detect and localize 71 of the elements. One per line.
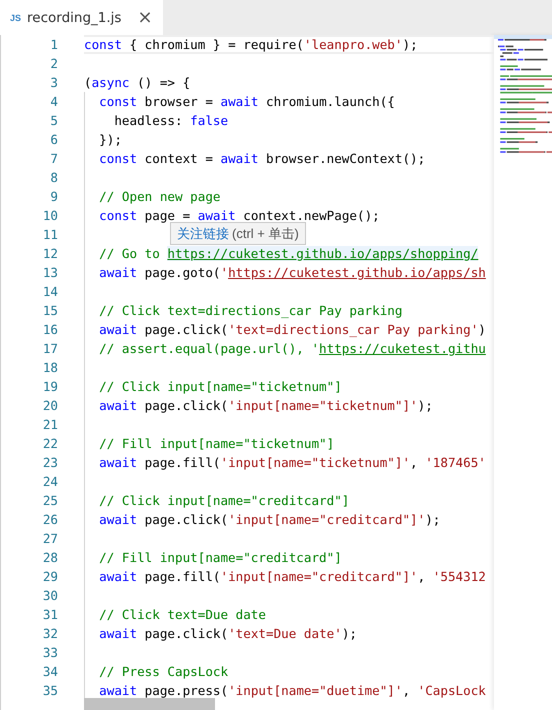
line-number: 17 [42, 340, 58, 358]
line-number: 27 [42, 530, 58, 548]
line-number: 11 [42, 226, 58, 244]
line-number: 25 [42, 492, 58, 510]
tab-title: recording_1.js [27, 10, 122, 26]
line-number: 32 [42, 625, 58, 643]
line-number: 24 [42, 473, 58, 491]
line-number: 7 [49, 150, 58, 168]
code-line: await page.fill('input[name="ticketnum"]', '187465' [98, 455, 486, 470]
horizontal-scrollbar-thumb[interactable] [84, 698, 215, 710]
line-number: 22 [42, 435, 58, 453]
tooltip-hint: (ctrl + 单击) [232, 224, 299, 242]
line-number: 10 [42, 207, 58, 225]
code-line: // Fill input[name="creditcard"] [98, 550, 342, 565]
line-number: 13 [42, 264, 58, 282]
minimap[interactable] [494, 35, 552, 710]
code-line: headless: false [113, 113, 228, 128]
code-line: await page.fill('input[name="creditcard"]', '554312 [98, 569, 486, 584]
line-number: 34 [42, 663, 58, 681]
tooltip-link-label: 关注链接 [177, 224, 229, 242]
code-line: }); [98, 132, 122, 147]
line-number: 1 [49, 36, 58, 54]
line-number: 12 [42, 245, 58, 263]
line-number: 3 [49, 74, 58, 92]
line-number: 19 [42, 378, 58, 396]
line-number: 5 [49, 112, 58, 130]
code-line: const browser = await chromium.launch({ [98, 94, 395, 109]
line-number: 14 [42, 283, 58, 301]
code-line: await page.goto('https://cuketest.github.io/apps/sh [98, 265, 486, 280]
line-number: 4 [49, 93, 58, 111]
line-number: 20 [42, 397, 58, 415]
line-number: 33 [42, 644, 58, 662]
code-line: // assert.equal(page.url(), 'https://cuketest.githu [98, 341, 486, 356]
line-number: 35 [42, 682, 58, 700]
line-number: 31 [42, 606, 58, 624]
editor-tab[interactable]: JS recording_1.js × [0, 0, 163, 35]
code-line: // Press CapsLock [98, 664, 228, 679]
code-link[interactable]: https://cuketest.githu [319, 341, 486, 356]
code-line: await page.click('input[name="ticketnum"]'); [98, 398, 433, 413]
code-line: await page.click('input[name="creditcard"]'); [98, 512, 440, 527]
line-number: 2 [49, 55, 58, 73]
code-line: await page.click('text=directions_car Pay parking') [98, 322, 486, 337]
close-icon[interactable]: × [137, 8, 153, 26]
code-line: // Click text=directions_car Pay parking [98, 303, 402, 318]
line-number: 29 [42, 568, 58, 586]
line-number: 15 [42, 302, 58, 320]
code-line: // Click input[name="ticketnum"] [98, 379, 342, 394]
line-number: 8 [49, 169, 58, 187]
javascript-file-icon: JS [10, 12, 22, 22]
code-line: const context = await browser.newContext(); [98, 151, 426, 166]
code-line: await page.press('input[name="duetime"]', 'CapsLock [98, 683, 486, 698]
line-number: 28 [42, 549, 58, 567]
line-number: 23 [42, 454, 58, 472]
line-number: 16 [42, 321, 58, 339]
code-link[interactable]: https://cuketest.github.io/apps/sh [228, 265, 486, 280]
code-line: // Click input[name="creditcard"] [98, 493, 350, 508]
line-number: 21 [42, 416, 58, 434]
code-line: const page = await context.newPage(); [98, 208, 380, 223]
line-number: 26 [42, 511, 58, 529]
code-line: // Open new page [98, 189, 220, 204]
line-number: 6 [49, 131, 58, 149]
line-number: 30 [42, 587, 58, 605]
code-line: await page.click('text=Due date'); [98, 626, 357, 641]
line-number: 9 [49, 188, 58, 206]
code-line: // Fill input[name="ticketnum"] [98, 436, 334, 451]
code-link[interactable]: https://cuketest.github.io/apps/shopping/ [167, 246, 478, 261]
code-line: const { chromium } = require('leanpro.web'); [84, 37, 418, 52]
code-line: // Click text=Due date [98, 607, 266, 622]
code-line: (async () => { [84, 75, 190, 90]
code-line: // Go to https://cuketest.github.io/apps/shopping/ [98, 246, 478, 261]
line-number: 18 [42, 359, 58, 377]
